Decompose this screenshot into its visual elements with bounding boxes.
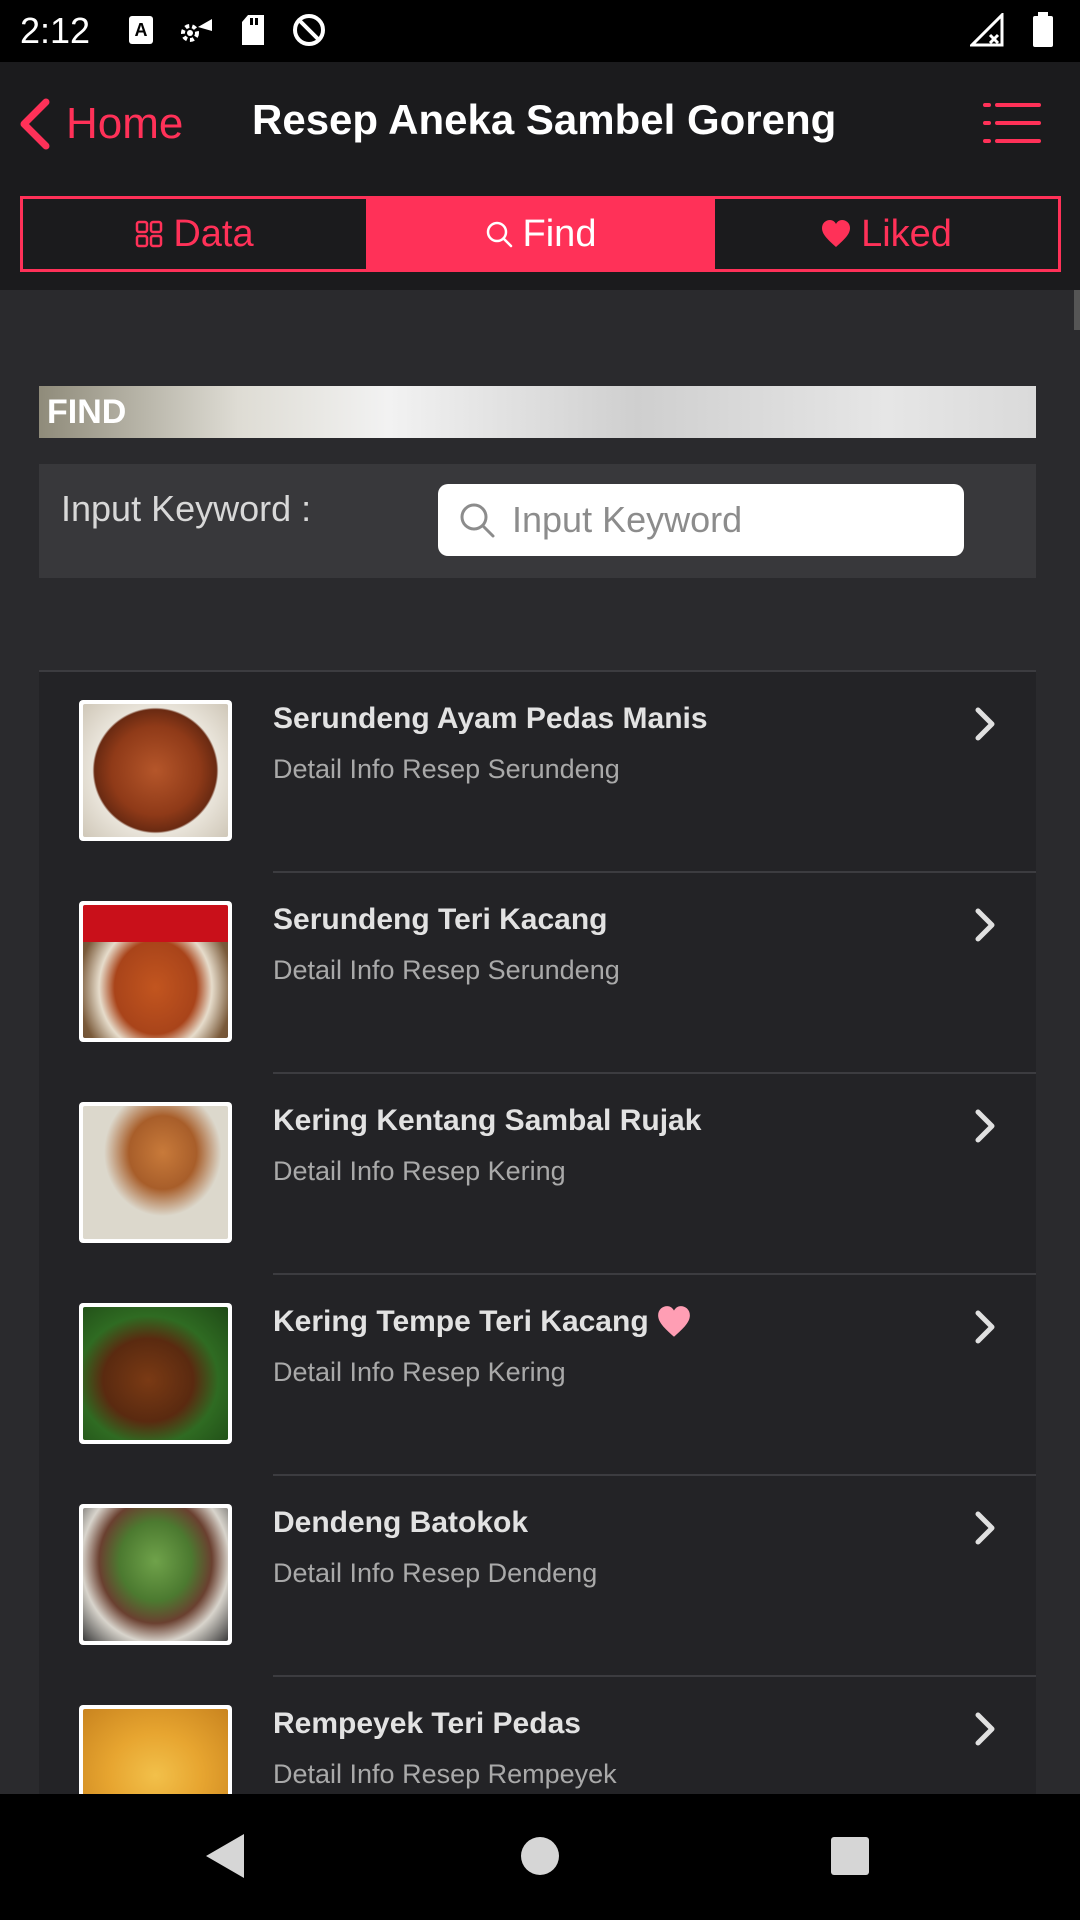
notification-icons: A [124, 12, 326, 48]
chevron-right-icon [975, 908, 995, 942]
tab-find[interactable]: Find [366, 199, 712, 269]
recipe-thumbnail [79, 1504, 232, 1645]
recipe-title: Kering Kentang Sambal Rujak [273, 1104, 702, 1137]
nav-home-icon[interactable] [520, 1836, 560, 1876]
recipe-thumbnail [79, 901, 232, 1042]
recipe-list: Serundeng Ayam Pedas Manis Detail Info R… [39, 670, 1036, 1794]
battery-icon [1026, 12, 1060, 48]
tab-data[interactable]: Data [23, 199, 366, 269]
tab-liked[interactable]: Liked [712, 199, 1058, 269]
recipe-subtitle: Detail Info Resep Dendeng [273, 1558, 598, 1588]
recipe-thumbnail [79, 700, 232, 841]
recipe-subtitle: Detail Info Resep Kering [273, 1357, 566, 1387]
svg-text:A: A [135, 20, 148, 40]
app-header: Home Resep Aneka Sambel Goreng Data Find… [0, 62, 1080, 290]
keyword-panel: Input Keyword : [39, 464, 1036, 578]
tab-bar: Data Find Liked [20, 196, 1061, 272]
heart-icon [822, 220, 851, 247]
tab-data-label: Data [173, 212, 254, 255]
recipe-title: Rempeyek Teri Pedas [273, 1707, 581, 1740]
recipe-thumbnail [79, 1303, 232, 1444]
search-icon [486, 221, 512, 248]
tab-liked-label: Liked [861, 212, 952, 255]
recipe-subtitle: Detail Info Resep Rempeyek [273, 1759, 617, 1789]
main-content[interactable]: FIND Input Keyword : Serundeng Ayam Peda… [0, 290, 1080, 1794]
recipe-title: Serundeng Ayam Pedas Manis [273, 702, 708, 735]
dnd-icon [292, 12, 326, 48]
search-icon [460, 503, 495, 538]
page-title: Resep Aneka Sambel Goreng [252, 96, 837, 143]
back-label: Home [66, 99, 184, 148]
menu-button[interactable] [982, 98, 1042, 148]
status-bar: 2:12 A [0, 0, 1080, 62]
status-time: 2:12 [20, 10, 91, 51]
recipe-subtitle: Detail Info Resep Serundeng [273, 754, 620, 784]
recipe-thumbnail [79, 1102, 232, 1243]
grid-icon [136, 220, 163, 248]
recipe-title: Dendeng Batokok [273, 1506, 529, 1539]
list-item[interactable]: Kering Tempe Teri Kacang Detail Info Res… [39, 1275, 1036, 1476]
search-input[interactable] [512, 499, 952, 541]
recipe-subtitle: Detail Info Resep Kering [273, 1156, 566, 1186]
nav-back-icon[interactable] [204, 1832, 246, 1880]
recipe-title: Serundeng Teri Kacang [273, 903, 608, 936]
home-back-button[interactable]: Home [18, 92, 183, 156]
tab-find-label: Find [522, 212, 597, 255]
search-field[interactable] [438, 484, 964, 556]
keyboard-a-icon: A [124, 12, 158, 48]
system-icons [970, 12, 1060, 48]
list-menu-icon [983, 103, 1041, 143]
list-item[interactable]: Kering Kentang Sambal Rujak Detail Info … [39, 1074, 1036, 1275]
liked-heart-icon [657, 1306, 690, 1337]
list-item[interactable]: Dendeng Batokok Detail Info Resep Denden… [39, 1476, 1036, 1677]
keyword-label: Input Keyword : [61, 488, 312, 529]
signal-icon [970, 12, 1004, 48]
chevron-right-icon [975, 1511, 995, 1545]
list-item[interactable]: Rempeyek Teri Pedas Detail Info Resep Re… [39, 1677, 1036, 1794]
recipe-subtitle: Detail Info Resep Serundeng [273, 955, 620, 985]
chevron-right-icon [975, 1310, 995, 1344]
list-item[interactable]: Serundeng Teri Kacang Detail Info Resep … [39, 873, 1036, 1074]
recipe-title: Kering Tempe Teri Kacang [273, 1305, 691, 1339]
chevron-right-icon [975, 1712, 995, 1746]
chevron-left-icon [20, 98, 50, 150]
system-nav-bar [0, 1794, 1080, 1920]
recipe-thumbnail [79, 1705, 232, 1794]
chevron-right-icon [975, 1109, 995, 1143]
scrollbar[interactable] [1074, 290, 1080, 330]
settings-wifi-icon [180, 12, 214, 48]
list-item[interactable]: Serundeng Ayam Pedas Manis Detail Info R… [39, 672, 1036, 873]
nav-recents-icon[interactable] [830, 1836, 870, 1876]
chevron-right-icon [975, 707, 995, 741]
sd-card-icon [236, 12, 270, 48]
find-banner: FIND [39, 386, 1036, 438]
